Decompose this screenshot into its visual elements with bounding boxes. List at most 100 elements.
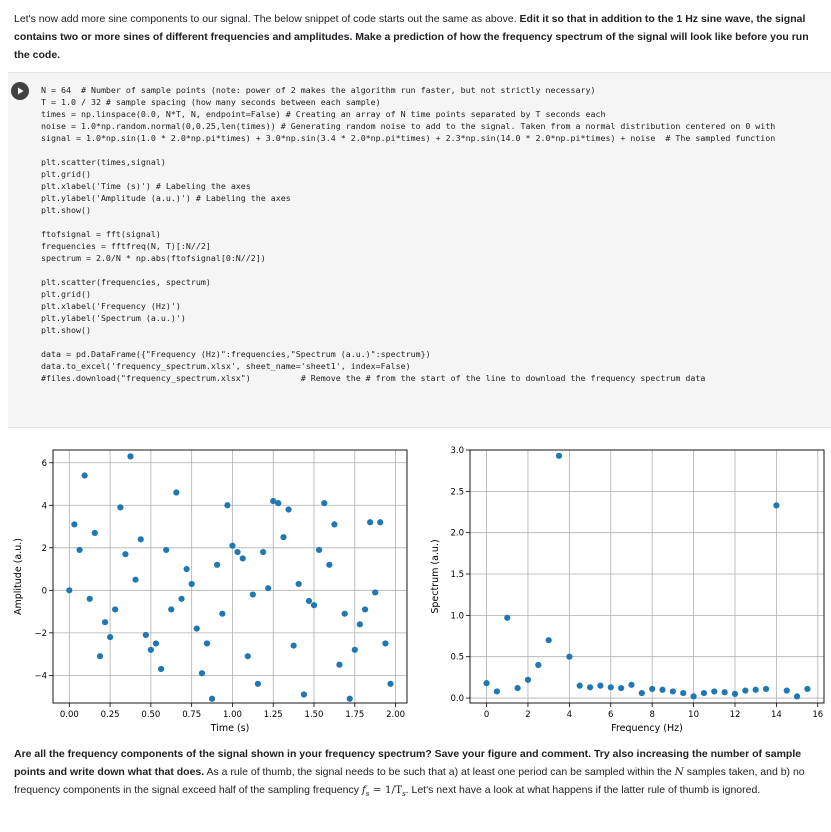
time-ytick-label: −4 [34,671,47,681]
code-cell[interactable]: N = 64 # Number of sample points (note: … [8,72,831,428]
time-data-point [132,576,139,583]
time-data-point [208,695,216,702]
spec-data-point [793,693,801,700]
time-data-point [315,546,323,554]
spec-ylabel: Spectrum (a.u.) [430,539,441,613]
time-ytick-label: 4 [42,501,47,511]
time-data-point [239,555,246,562]
code-editor[interactable]: N = 64 # Number of sample points (note: … [41,84,775,384]
time-data-point [91,529,98,537]
time-data-point [66,587,73,594]
spec-ytick-label: 0.0 [450,694,464,704]
code-line: ftofsignal = fft(signal) [41,229,161,239]
time-data-point [300,691,307,698]
time-data-point [249,591,256,598]
spec-data-point [783,687,790,694]
time-data-point [183,565,190,573]
code-line: plt.grid() [41,289,91,299]
code-line: N = 64 # Number of sample points (note: … [41,85,596,95]
code-line: plt.scatter(frequencies, spectrum) [41,277,211,287]
time-data-point [336,661,343,668]
time-data-point [106,633,114,641]
time-data-point [285,506,292,513]
time-xtick-label: 0.75 [182,710,201,720]
math-N: N [674,766,684,778]
time-data-point [203,640,211,647]
time-data-point [188,580,195,588]
time-ylabel: Amplitude (a.u.) [13,538,24,615]
spec-data-point [555,452,563,459]
intro-text: Let's now add more sine components to ou… [14,13,520,25]
math-fs: fs = 1/Ts [361,784,406,799]
spec-data-point [618,685,625,692]
time-data-point [321,500,328,507]
code-line: plt.grid() [41,169,91,179]
spec-data-point [659,686,666,693]
spec-data-point [504,614,511,621]
spec-data-point [752,686,759,693]
time-data-point [214,561,221,568]
spec-data-point [535,661,542,669]
spec-xtick-label: 12 [730,710,741,720]
spec-xtick-label: 2 [525,710,530,720]
time-data-point [117,504,124,511]
spec-data-point [742,687,749,694]
code-line: plt.scatter(times,signal) [41,157,166,167]
code-line: data = pd.DataFrame({"Frequency (Hz)":fr… [41,349,431,359]
time-data-point [163,546,170,554]
spec-data-point [690,693,697,700]
code-line: #files.download("frequency_spectrum.xlsx… [41,373,706,383]
time-data-point [168,606,175,613]
time-xtick-label: 0.00 [60,710,79,720]
code-line: frequencies = fftfreq(N, T)[:N//2] [41,241,211,251]
time-xtick-label: 1.75 [345,710,364,720]
intro-paragraph: Let's now add more sine components to ou… [14,10,814,64]
spec-xtick-label: 16 [812,710,823,720]
spec-data-point [731,690,739,698]
code-line: plt.xlabel('Time (s)') # Labeling the ax… [41,181,251,191]
play-icon [18,87,24,95]
time-data-point [377,519,384,526]
time-ytick-label: 6 [42,459,47,469]
code-line: times = np.linspace(0.0, N*T, N, endpoin… [41,109,606,119]
time-data-point [96,653,104,660]
time-data-point [81,472,88,479]
time-data-point [198,670,206,677]
time-data-point [178,595,185,602]
run-cell-button[interactable] [11,82,29,100]
time-data-point [86,595,93,602]
spec-data-point [638,689,645,697]
time-data-point [244,653,251,660]
time-data-point [101,619,109,626]
time-data-point [229,542,236,549]
time-data-point [112,606,119,613]
frequency-spectrum-plot: 0 2 4 6 8 10 12 14 16 0.0 0.5 1.0 1.5 2.0 2.5 3.0 Freque… [430,446,825,734]
time-data-point [346,695,353,702]
spec-ytick-label: 1.5 [450,570,464,580]
code-line: spectrum = 2.0/N * np.abs(ftofsignal[0:N… [41,253,266,263]
time-data-point [122,551,129,558]
spec-axes-frame [469,449,825,704]
time-signal-plot: 0.00 0.25 0.50 0.75 1.00 1.25 1.50 1.75 2.00 −4 −2… [13,449,408,734]
spec-data-point [721,689,728,696]
spec-xlabel: Frequency (Hz) [611,723,683,734]
spec-data-point [669,688,676,695]
spec-data-point [566,653,573,660]
time-data-point [351,646,358,653]
spec-data-point [586,684,594,691]
code-line: noise = 1.0*np.random.normal(0,0.25,len(… [41,121,776,131]
time-xtick-label: 0.50 [141,710,160,720]
code-line: signal = 1.0*np.sin(1.0 * 2.0*np.pi*time… [41,133,776,143]
time-data-point [224,502,231,509]
time-data-point [260,548,267,556]
outro-text-3: . Let's next have a look at what happens… [405,784,761,796]
time-xtick-label: 1.00 [223,710,242,720]
spec-data-point [804,685,811,693]
spec-data-point [700,689,708,697]
spec-xtick-label: 4 [567,710,572,720]
time-data-point [71,521,78,528]
